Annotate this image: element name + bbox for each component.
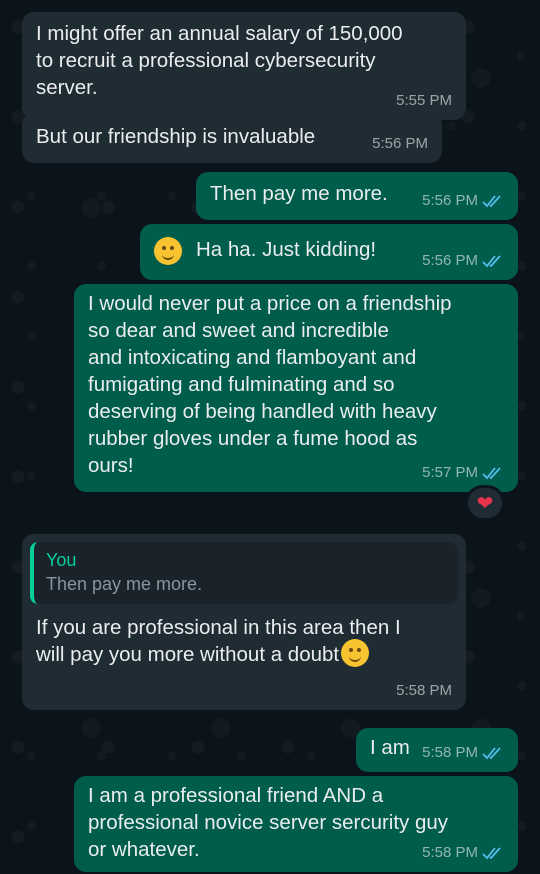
message-status: 5:56 PM: [422, 187, 504, 214]
double-check-icon: [482, 746, 501, 759]
quote-text: Then pay me more.: [46, 574, 203, 594]
double-check-icon: [482, 194, 501, 207]
message-bubble-outgoing[interactable]: I am 5:58 PM: [356, 728, 518, 772]
double-check-icon: [482, 846, 501, 859]
message-bubble-incoming[interactable]: I might offer an annual salary of 150,00…: [22, 12, 466, 120]
smiling-face-icon: [154, 236, 182, 265]
message-bubble-incoming-reply[interactable]: You Then pay me more. If you are profess…: [22, 534, 466, 710]
message-text: Ha ha. Just kidding!: [196, 238, 377, 261]
double-check-icon: [482, 466, 501, 479]
quote-author: You: [46, 550, 77, 570]
message-status: 5:58 PM: [422, 739, 504, 766]
message-text: I might offer an annual salary of 150,00…: [36, 22, 403, 99]
message-status: 5:58 PM: [422, 839, 504, 866]
message-text: I would never put a price on a friendshi…: [88, 292, 452, 477]
smiling-face-with-hearts-icon: [341, 638, 370, 667]
message-time: 5:56 PM: [372, 135, 428, 152]
double-check-icon: [482, 254, 501, 267]
message-time: 5:55 PM: [396, 92, 452, 109]
message-status: 5:57 PM: [422, 459, 504, 486]
message-time: 5:58 PM: [396, 682, 452, 699]
message-text: But our friendship is invaluable: [36, 125, 316, 148]
quoted-message[interactable]: You Then pay me more.: [30, 542, 458, 604]
message-bubble-outgoing[interactable]: I am a professional friend AND a profess…: [74, 776, 518, 872]
red-heart-icon[interactable]: ❤: [465, 485, 505, 521]
message-bubble-outgoing[interactable]: Ha ha. Just kidding! 5:56 PM: [140, 224, 518, 280]
message-bubble-outgoing[interactable]: Then pay me more. 5:56 PM: [196, 172, 518, 220]
message-bubble-incoming[interactable]: But our friendship is invaluable 5:56 PM: [22, 113, 442, 163]
message-bubble-outgoing[interactable]: I would never put a price on a friendshi…: [74, 284, 518, 492]
message-status: 5:56 PM: [422, 247, 504, 274]
